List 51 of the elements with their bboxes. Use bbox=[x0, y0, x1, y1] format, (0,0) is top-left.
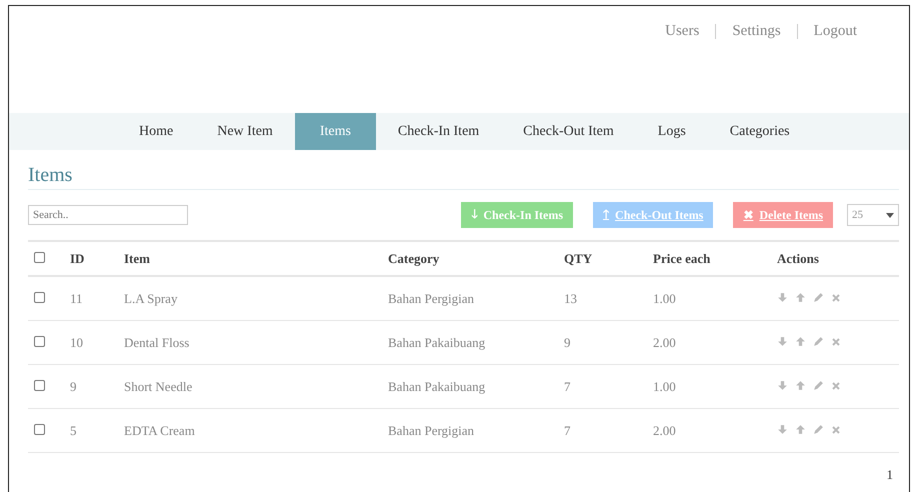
checkbox[interactable] bbox=[34, 380, 45, 390]
table-cell: 7 bbox=[564, 378, 570, 394]
table-cell: 13 bbox=[564, 290, 577, 306]
checkbox[interactable] bbox=[34, 336, 45, 346]
table-cell: 11 bbox=[70, 290, 83, 306]
table-cell: 2.00 bbox=[653, 334, 676, 350]
table-cell: EDTA Cream bbox=[124, 422, 195, 438]
column-header: Actions bbox=[777, 250, 819, 266]
table-cell: Dental Floss bbox=[124, 334, 190, 350]
page-size-value: 25 bbox=[852, 209, 863, 221]
nav-tab[interactable]: Home bbox=[117, 113, 196, 150]
nav-tab[interactable]: Items bbox=[294, 113, 376, 150]
page-size-select[interactable]: 25 bbox=[847, 204, 899, 226]
table-cell: Bahan Pakaibuang bbox=[388, 334, 486, 350]
nav-tab[interactable]: New Item bbox=[195, 113, 295, 150]
page-title: Items bbox=[28, 164, 899, 190]
column-header: Price each bbox=[653, 250, 710, 266]
table-cell: 2.00 bbox=[653, 422, 676, 438]
table-cell: 5 bbox=[70, 422, 76, 438]
table-cell: Bahan Pergigian bbox=[388, 422, 474, 438]
table-cell: 1.00 bbox=[653, 290, 676, 306]
search-field[interactable]: Search.. bbox=[28, 205, 188, 225]
table-cell: Short Needle bbox=[124, 378, 192, 394]
nav-tab[interactable]: Check-In Item bbox=[376, 113, 502, 150]
column-header: ID bbox=[70, 250, 84, 266]
checkbox[interactable] bbox=[34, 424, 45, 434]
table-cell: 9 bbox=[70, 378, 76, 394]
caret-icon bbox=[886, 212, 894, 218]
close-icon: ✖ bbox=[743, 208, 754, 222]
checkbox[interactable] bbox=[34, 252, 45, 262]
header-link[interactable]: Logout bbox=[796, 24, 857, 39]
table-cell: 10 bbox=[70, 334, 83, 350]
arrow-up-icon: 🡑 bbox=[603, 204, 610, 226]
column-header: Category bbox=[388, 250, 440, 266]
page-link[interactable]: 1 bbox=[886, 467, 893, 482]
table-cell: Bahan Pakaibuang bbox=[388, 378, 486, 394]
table-cell: 9 bbox=[564, 334, 570, 350]
arrow-down-icon: 🡓 bbox=[471, 204, 478, 226]
header-link[interactable]: Users bbox=[665, 24, 700, 39]
table-cell: 1.00 bbox=[653, 378, 676, 394]
column-header: QTY bbox=[564, 250, 592, 266]
delete-button[interactable]: ✖ Delete Items bbox=[733, 202, 833, 228]
table-cell: L.A Spray bbox=[124, 290, 178, 306]
table-cell: 7 bbox=[564, 422, 570, 438]
nav-tab[interactable]: Categories bbox=[708, 113, 812, 150]
header-link[interactable]: Settings bbox=[715, 24, 781, 39]
nav-tab[interactable]: Logs bbox=[636, 113, 708, 150]
table-cell: Bahan Pergigian bbox=[388, 290, 474, 306]
nav-tab[interactable]: Check-Out Item bbox=[501, 113, 636, 150]
column-header: Item bbox=[124, 250, 150, 266]
checkbox[interactable] bbox=[34, 292, 45, 302]
